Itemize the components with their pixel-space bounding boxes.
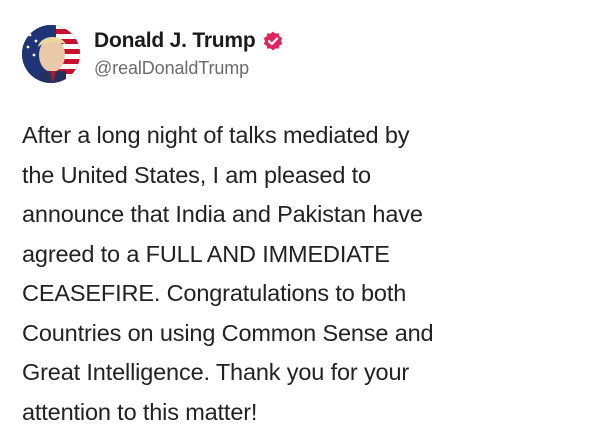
post-header: Donald J. Trump @realDonaldTrump bbox=[22, 22, 576, 86]
post-body-text: After a long night of talks mediated by … bbox=[22, 122, 434, 425]
name-row: Donald J. Trump bbox=[94, 29, 284, 53]
author-identity: Donald J. Trump @realDonaldTrump bbox=[94, 29, 284, 79]
author-handle[interactable]: @realDonaldTrump bbox=[94, 58, 284, 79]
avatar-image bbox=[22, 25, 80, 83]
avatar[interactable] bbox=[22, 25, 80, 83]
social-post: Donald J. Trump @realDonaldTrump After a… bbox=[0, 0, 600, 438]
verified-badge-icon bbox=[262, 30, 284, 52]
display-name[interactable]: Donald J. Trump bbox=[94, 29, 256, 53]
